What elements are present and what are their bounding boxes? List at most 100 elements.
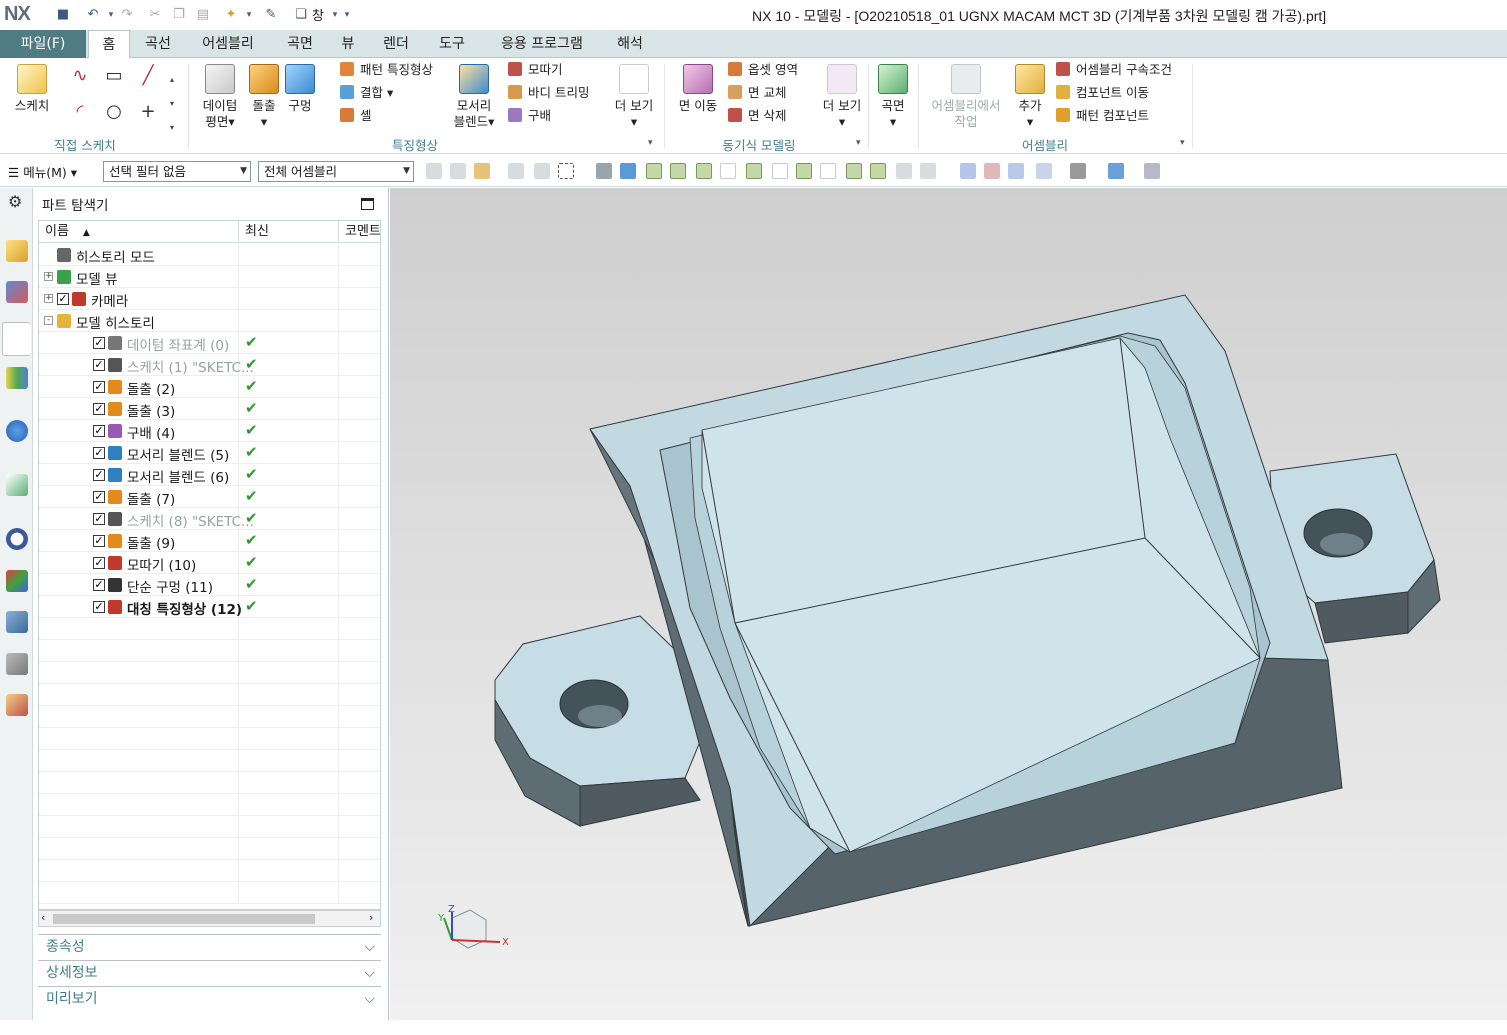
tree-row[interactable]: ✓ 돌출 (7) ✔ [39,486,380,508]
process-studio-icon[interactable] [6,611,28,633]
tab-view[interactable]: 뷰 [334,30,362,58]
repeat-command-icon[interactable]: ✦ [222,6,240,24]
info-icon[interactable] [6,420,28,442]
feature-group-menu-icon[interactable]: ▾ [648,138,653,148]
visibility-checkbox[interactable]: ✓ [93,513,105,525]
profile-icon[interactable]: ∿ [66,62,94,90]
web-browser-icon[interactable] [6,474,28,496]
preview-panel[interactable]: 미리보기 ⌵ [38,986,381,1010]
column-name[interactable]: 이름 ▲ [39,221,239,243]
tab-home[interactable]: 홈 [88,30,130,59]
selection-intent-icon[interactable] [474,163,490,179]
select-bodies-icon[interactable] [620,163,636,179]
tab-analysis[interactable]: 해석 [608,30,652,58]
stop-at-intersection-icon[interactable] [534,163,550,179]
circle-icon[interactable]: ○ [100,98,128,126]
tree-row[interactable]: ✓ 돌출 (2) ✔ [39,376,380,398]
delete-face-button[interactable]: 면 삭제 [728,106,786,126]
tree-row[interactable]: ✓ 데이텀 좌표계 (0) ✔ [39,332,380,354]
visibility-checkbox[interactable]: ✓ [93,557,105,569]
scroll-right-icon[interactable]: › [369,911,373,924]
part-model[interactable]: X Y Z [390,188,1507,1020]
visibility-checkbox[interactable]: ✓ [93,425,105,437]
add-component-button[interactable]: 추가 ▾ [1010,64,1050,130]
work-in-assembly-button[interactable]: 어셈블리에서 작업 [924,64,1008,130]
pattern-component-button[interactable]: 패턴 컴포넌트 [1056,106,1149,126]
extrude-button[interactable]: 돌출 ▾ [244,64,284,130]
sync-group-menu-icon[interactable]: ▾ [856,138,861,148]
cut-icon[interactable]: ✂ [146,6,164,24]
filter-icon[interactable] [426,163,442,179]
copy-icon[interactable]: ❐ [170,6,188,24]
visibility-checkbox[interactable]: ✓ [93,601,105,613]
tree-row[interactable]: + ✓ 카메라 [39,288,380,310]
snap-on-curve-icon[interactable] [870,163,886,179]
history-clock-icon[interactable] [6,528,28,550]
window-icon[interactable]: ❏ [292,6,310,24]
tree-row[interactable]: ✓ 모따기 (10) ✔ [39,552,380,574]
tree-row[interactable]: + 모델 뷰 [39,266,380,288]
snap-intersection-icon[interactable] [746,163,762,179]
graphics-window[interactable]: X Y Z [390,188,1507,1020]
customize-qat-icon[interactable]: ▾ [338,6,356,24]
display-options-icon[interactable] [1144,163,1160,179]
reuse-library-icon[interactable] [6,367,28,389]
visibility-checkbox[interactable]: ✓ [93,403,105,415]
maximize-icon[interactable] [361,198,374,210]
visibility-checkbox[interactable]: ✓ [93,447,105,459]
column-comment[interactable]: 코멘트 [339,221,380,243]
constraint-navigator-icon[interactable] [6,281,28,303]
visibility-checkbox[interactable]: ✓ [93,469,105,481]
expand-icon[interactable]: + [44,272,53,281]
tree-row[interactable]: ✓ 스케치 (1) "SKETC... ✔ [39,354,380,376]
snap-tangent-icon[interactable] [820,163,836,179]
snap-icon[interactable] [450,163,466,179]
visibility-checkbox[interactable]: ✓ [93,491,105,503]
system-materials-icon[interactable] [6,570,28,592]
zoom-icon[interactable] [984,163,1000,179]
draft-button[interactable]: 구배 [508,106,551,126]
tree-row[interactable]: ✓ 모서리 블렌드 (5) ✔ [39,442,380,464]
tree-row[interactable]: ✓ 대칭 특징형상 (12) ✔ [39,596,380,618]
sync-more-button[interactable]: 더 보기 ▾ [818,64,866,130]
assembly-navigator-icon[interactable] [6,240,28,262]
render-style-icon[interactable] [1070,163,1086,179]
selection-filter-combo[interactable]: 선택 필터 없음 ▼ [103,161,251,182]
snap-bounded-icon[interactable] [920,163,936,179]
point-icon[interactable]: + [134,98,162,126]
redo-icon[interactable]: ↷ [118,6,136,24]
edit-section-icon[interactable] [1108,163,1124,179]
save-icon[interactable]: ■ [54,6,72,24]
undo-icon[interactable]: ↶ [84,6,102,24]
tree-row[interactable]: ✓ 스케치 (8) "SKETC... ✔ [39,508,380,530]
selection-scope-combo[interactable]: 전체 어셈블리 ▼ [258,161,414,182]
visibility-checkbox[interactable]: ✓ [93,579,105,591]
touch-mode-icon[interactable]: ✎ [262,6,280,24]
offset-region-button[interactable]: 옵셋 영역 [728,60,798,80]
roles-icon[interactable] [6,694,28,716]
tree-row[interactable]: ✓ 돌출 (9) ✔ [39,530,380,552]
column-latest[interactable]: 최신 [239,221,339,243]
trim-body-button[interactable]: 바디 트리밍 [508,83,589,103]
line-icon[interactable]: ╱ [134,62,162,90]
tree-row[interactable]: ✓ 구배 (4) ✔ [39,420,380,442]
rectangle-icon[interactable]: ▭ [100,62,128,90]
visibility-checkbox[interactable]: ✓ [93,381,105,393]
collapse-icon[interactable]: - [44,316,53,325]
orient-view-icon[interactable] [1036,163,1052,179]
surface-button[interactable]: 곡면 ▾ [872,64,914,130]
visibility-checkbox[interactable]: ✓ [93,337,105,349]
scrollbar-thumb[interactable] [53,914,315,924]
tab-surface[interactable]: 곡면 [278,30,322,58]
snap-quadrant-icon[interactable] [772,163,788,179]
assembly-group-menu-icon[interactable]: ▾ [1180,138,1185,148]
snap-arc-center-icon[interactable] [796,163,812,179]
sketch-gallery-scroll[interactable]: ▴ ▾ ▾ [170,68,174,140]
snap-midpoint-icon[interactable] [670,163,686,179]
snap-point-icon[interactable] [846,163,862,179]
visibility-checkbox[interactable]: ✓ [93,359,105,371]
chamfer-button[interactable]: 모따기 [508,60,563,80]
rectangle-select-icon[interactable] [558,163,574,179]
move-face-button[interactable]: 면 이동 [674,64,722,114]
shell-button[interactable]: 셸 [340,106,372,126]
